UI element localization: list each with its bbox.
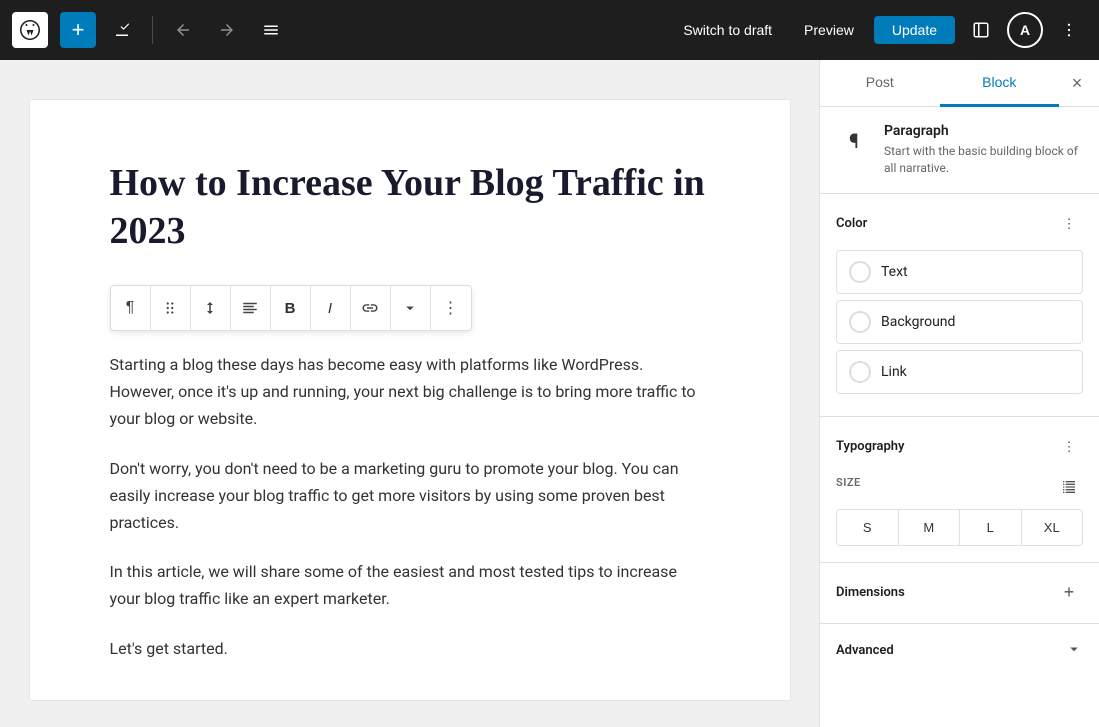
dimensions-title: Dimensions: [836, 585, 905, 600]
sidebar-tabs: Post Block ×: [820, 60, 1099, 107]
update-button[interactable]: Update: [874, 16, 955, 44]
main-layout: How to Increase Your Blog Traffic in 202…: [0, 60, 1099, 727]
editor-area: How to Increase Your Blog Traffic in 202…: [0, 60, 819, 727]
switch-to-draft-button[interactable]: Switch to draft: [671, 16, 784, 44]
size-label: SIZE: [836, 476, 861, 489]
typography-more-button[interactable]: ⋮: [1055, 433, 1083, 461]
sidebar-close-button[interactable]: ×: [1059, 65, 1095, 101]
options-button[interactable]: [1051, 12, 1087, 48]
link-color-label: Link: [881, 364, 907, 380]
top-toolbar: + Switch to draft Preview Update A: [0, 0, 1099, 60]
color-section: Color ⋮ Text Background Link: [820, 194, 1099, 417]
wp-logo: [12, 12, 48, 48]
editor-canvas: How to Increase Your Blog Traffic in 202…: [30, 100, 790, 700]
redo-button[interactable]: [209, 12, 245, 48]
size-small-button[interactable]: S: [837, 510, 899, 545]
editor-view-button[interactable]: [963, 12, 999, 48]
block-info-text: Paragraph Start with the basic building …: [884, 123, 1083, 177]
paragraph-1[interactable]: Starting a blog these days has become ea…: [110, 351, 710, 433]
color-more-button[interactable]: ⋮: [1055, 210, 1083, 238]
size-buttons: S M L XL: [836, 509, 1083, 546]
size-xl-button[interactable]: XL: [1022, 510, 1083, 545]
toolbar-separator: [152, 16, 153, 44]
block-info: ¶ Paragraph Start with the basic buildin…: [820, 107, 1099, 194]
link-button[interactable]: [351, 286, 391, 330]
preview-button[interactable]: Preview: [792, 16, 866, 44]
size-medium-button[interactable]: M: [899, 510, 961, 545]
advanced-title: Advanced: [836, 643, 894, 658]
size-large-button[interactable]: L: [960, 510, 1022, 545]
paragraph-3[interactable]: In this article, we will share some of t…: [110, 558, 710, 612]
move-up-down-button[interactable]: [191, 286, 231, 330]
list-view-button[interactable]: [253, 12, 289, 48]
dimensions-add-button[interactable]: +: [1055, 579, 1083, 607]
color-section-header: Color ⋮: [836, 210, 1083, 238]
advanced-section: Advanced: [820, 624, 1099, 678]
color-option-link[interactable]: Link: [836, 350, 1083, 394]
edit-button[interactable]: [104, 12, 140, 48]
advanced-header[interactable]: Advanced: [836, 640, 1083, 662]
text-color-circle: [849, 261, 871, 283]
background-color-circle: [849, 311, 871, 333]
post-title[interactable]: How to Increase Your Blog Traffic in 202…: [110, 160, 710, 255]
top-bar-right: Switch to draft Preview Update A: [671, 12, 1087, 48]
dimensions-header: Dimensions +: [836, 579, 1083, 607]
color-option-text[interactable]: Text: [836, 250, 1083, 294]
italic-button[interactable]: I: [311, 286, 351, 330]
size-filter-button[interactable]: [1055, 473, 1083, 501]
size-controls-row: SIZE: [836, 473, 1083, 501]
add-block-button[interactable]: +: [60, 12, 96, 48]
color-option-background[interactable]: Background: [836, 300, 1083, 344]
paragraph-type-button[interactable]: ¶: [111, 286, 151, 330]
astra-button[interactable]: A: [1007, 12, 1043, 48]
align-button[interactable]: [231, 286, 271, 330]
drag-handle-button[interactable]: [151, 286, 191, 330]
tab-post[interactable]: Post: [820, 60, 940, 107]
more-options-dropdown[interactable]: [391, 286, 431, 330]
typography-section: Typography ⋮ SIZE S M L XL: [820, 417, 1099, 563]
paragraph-icon: ¶: [836, 123, 872, 159]
link-color-circle: [849, 361, 871, 383]
block-toolbar: ¶ B I ⋮: [110, 285, 472, 331]
paragraph-4[interactable]: Let's get started.: [110, 635, 710, 662]
color-section-title: Color: [836, 216, 867, 231]
sidebar: Post Block × ¶ Paragraph Start with the …: [819, 60, 1099, 727]
block-options-button[interactable]: ⋮: [431, 286, 471, 330]
dimensions-section: Dimensions +: [820, 563, 1099, 624]
background-color-label: Background: [881, 314, 955, 330]
block-description: Start with the basic building block of a…: [884, 143, 1083, 177]
post-body: Starting a blog these days has become ea…: [110, 351, 710, 662]
typography-section-header: Typography ⋮: [836, 433, 1083, 461]
bold-button[interactable]: B: [271, 286, 311, 330]
typography-title: Typography: [836, 439, 905, 454]
undo-button[interactable]: [165, 12, 201, 48]
text-color-label: Text: [881, 264, 908, 280]
tab-block[interactable]: Block: [940, 60, 1060, 107]
block-name: Paragraph: [884, 123, 1083, 139]
advanced-chevron-icon: [1065, 640, 1083, 662]
paragraph-2[interactable]: Don't worry, you don't need to be a mark…: [110, 455, 710, 537]
